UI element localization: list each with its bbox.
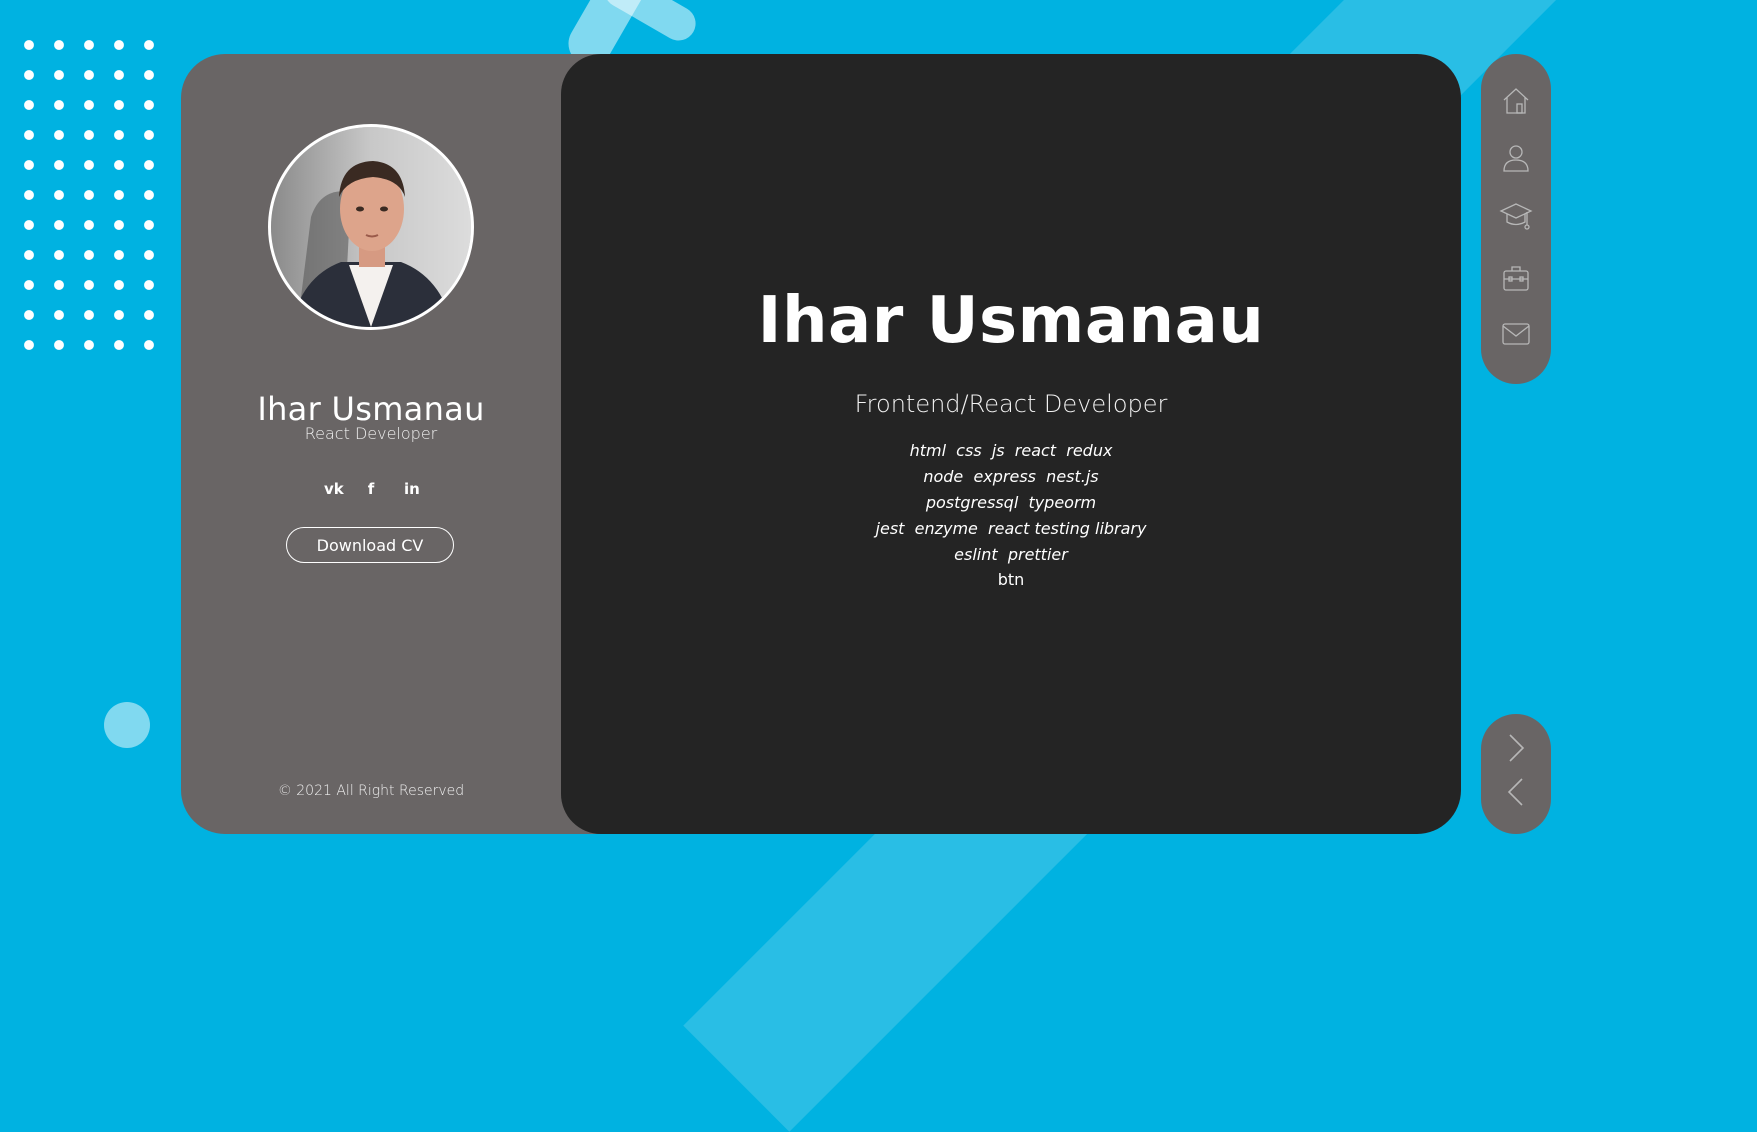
facebook-icon[interactable]: f bbox=[364, 480, 378, 498]
page-navigation bbox=[1481, 714, 1551, 834]
resume-card: Ihar Usmanau React Developer vk f in Dow… bbox=[181, 54, 1461, 834]
skill-row: jest enzyme react testing library bbox=[875, 519, 1147, 538]
skill-row: node express nest.js bbox=[923, 467, 1099, 486]
graduation-cap-icon[interactable] bbox=[1498, 199, 1534, 235]
copyright-text: © 2021 All Right Reserved bbox=[277, 783, 465, 799]
briefcase-icon[interactable] bbox=[1498, 260, 1534, 296]
avatar bbox=[268, 124, 474, 330]
skill-row: eslint prettier bbox=[954, 545, 1068, 564]
home-icon[interactable] bbox=[1498, 83, 1534, 119]
social-links: vk f in bbox=[181, 480, 561, 498]
section-nav bbox=[1481, 54, 1551, 384]
skills-list: html css js react redux node express nes… bbox=[561, 438, 1461, 592]
decor-circle bbox=[104, 702, 150, 748]
skill-row: postgressql typeorm bbox=[925, 493, 1097, 512]
chevron-right-icon[interactable] bbox=[1501, 728, 1531, 768]
linkedin-icon[interactable]: in bbox=[404, 480, 420, 498]
vk-icon[interactable]: vk bbox=[324, 480, 344, 498]
btn-text[interactable]: btn bbox=[561, 568, 1461, 592]
profile-sidebar: Ihar Usmanau React Developer vk f in Dow… bbox=[181, 54, 601, 834]
profile-name: Ihar Usmanau bbox=[257, 390, 485, 428]
mail-icon[interactable] bbox=[1498, 316, 1534, 352]
user-icon[interactable] bbox=[1498, 140, 1534, 176]
download-cv-button[interactable]: Download CV bbox=[286, 527, 454, 563]
dot-pattern bbox=[14, 30, 174, 370]
hero-subtitle: Frontend/React Developer bbox=[854, 390, 1168, 418]
hero-panel: Ihar Usmanau Frontend/React Developer ht… bbox=[561, 54, 1461, 834]
profile-role: React Developer bbox=[304, 424, 438, 443]
hero-title: Ihar Usmanau bbox=[757, 284, 1265, 358]
skill-row: html css js react redux bbox=[909, 441, 1113, 460]
chevron-left-icon[interactable] bbox=[1501, 772, 1531, 812]
